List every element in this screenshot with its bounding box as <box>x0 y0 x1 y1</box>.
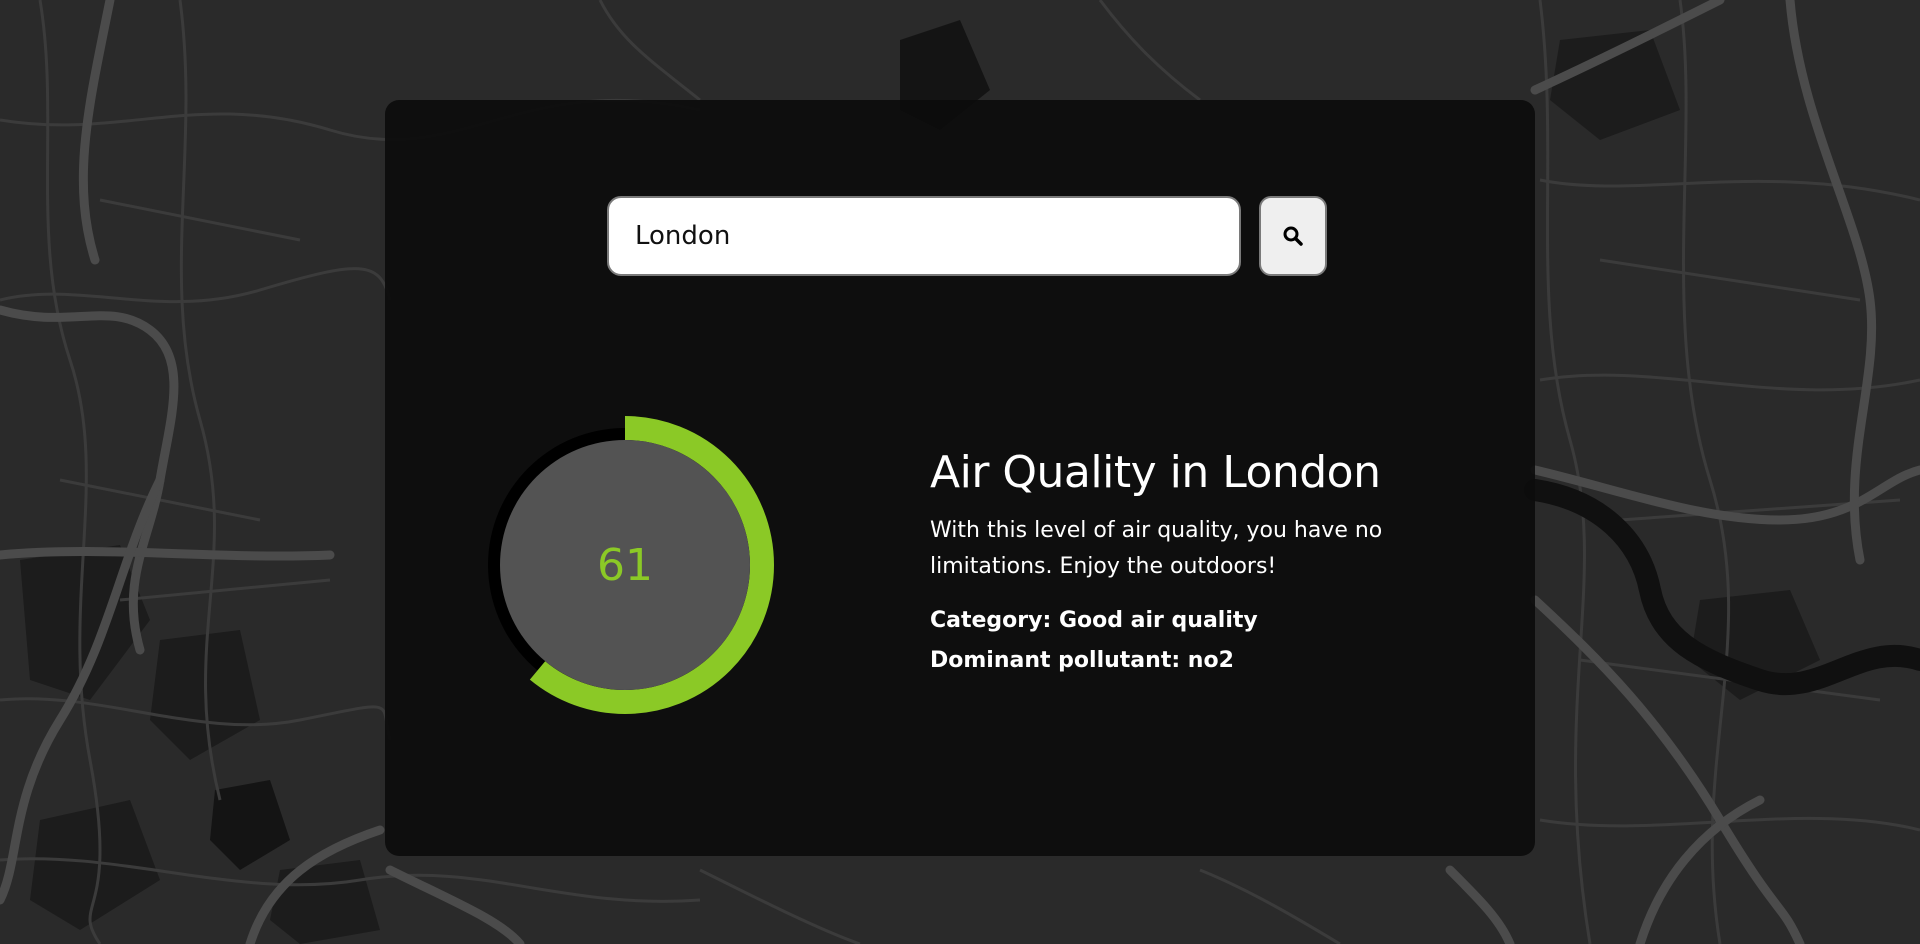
result-category: Category: Good air quality <box>930 608 1258 633</box>
page: 61 Air Quality in London With this level… <box>0 0 1920 944</box>
search-icon <box>1283 226 1303 246</box>
city-search-input[interactable] <box>607 196 1241 276</box>
search-button[interactable] <box>1259 196 1327 276</box>
aqi-gauge: 61 <box>475 415 775 715</box>
result-description: With this level of air quality, you have… <box>930 518 1383 579</box>
result-info: Air Quality in London With this level of… <box>930 445 1450 681</box>
result-dominant-pollutant: Dominant pollutant: no2 <box>930 648 1234 673</box>
air-quality-card: 61 Air Quality in London With this level… <box>385 100 1535 856</box>
result-title: Air Quality in London <box>930 447 1381 498</box>
aqi-value: 61 <box>597 539 653 591</box>
